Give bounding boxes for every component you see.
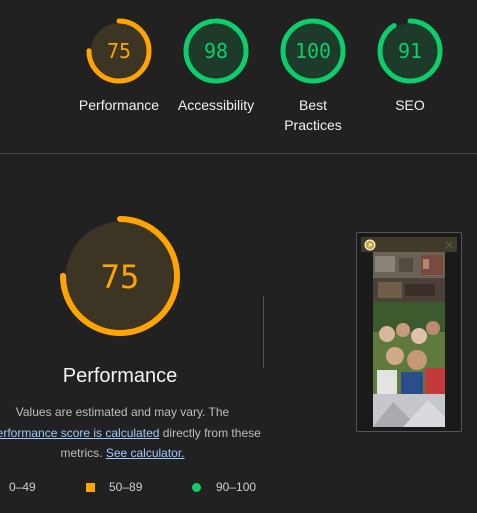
page-preview [373, 252, 445, 427]
compass-icon [364, 239, 376, 251]
gauge-label: SEO [395, 97, 425, 113]
gauge-accessibility[interactable]: 98 Accessibility [165, 17, 267, 115]
legend-fail-range: 0–49 [9, 480, 36, 494]
large-gauge-score: 75 [100, 258, 140, 296]
see-calculator-link[interactable]: See calculator. [106, 446, 185, 460]
score-note: Values are estimated and may vary. The p… [0, 402, 261, 464]
final-screenshot-thumbnail[interactable] [356, 232, 462, 432]
gauge-score: 75 [106, 39, 132, 63]
note-text: Values are estimated and may vary. The [15, 405, 230, 419]
legend-average-square-icon [86, 483, 95, 492]
gauge-performance[interactable]: 75 Performance [68, 17, 170, 115]
note-text: directly from these [159, 425, 261, 440]
legend-pass-circle-icon [192, 483, 201, 492]
performance-detail-gauge: 75 [58, 214, 182, 338]
score-calculation-link[interactable]: performance score is calculated [0, 426, 159, 440]
gauge-best-practices[interactable]: 100 Best Practices [262, 17, 364, 135]
page-photo-collage [373, 252, 445, 427]
gauge-seo[interactable]: 91 SEO [359, 17, 461, 115]
gauge-label: Performance [78, 97, 160, 113]
performance-title: Performance [62, 365, 178, 387]
gauge-label: Best Practices [284, 97, 342, 133]
gauge-score: 91 [397, 39, 423, 63]
gauge-score: 100 [294, 39, 332, 63]
gauge-score: 98 [203, 39, 229, 63]
note-text: metrics. [60, 446, 106, 460]
gauge-label: Accessibility [177, 97, 255, 113]
section-divider [0, 153, 477, 154]
vertical-divider [263, 296, 264, 368]
close-icon [445, 241, 453, 249]
legend-pass-range: 90–100 [216, 480, 257, 494]
legend-average-range: 50–89 [109, 480, 143, 494]
page-header-bar [361, 237, 457, 252]
